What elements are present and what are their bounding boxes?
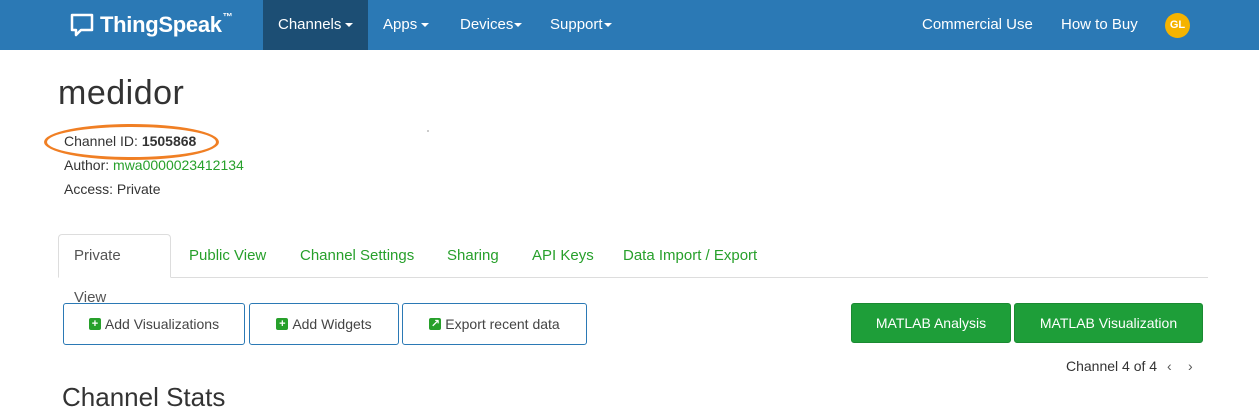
nav-channels[interactable]: Channels (263, 0, 368, 50)
tab-channel-settings[interactable]: Channel Settings (285, 234, 429, 278)
user-avatar[interactable]: GL (1165, 13, 1190, 38)
matlab-visualization-button[interactable]: MATLAB Visualization (1014, 303, 1203, 343)
channel-author-row: Author: mwa0000023412134 (64, 157, 244, 173)
chat-bubble-icon (70, 13, 94, 37)
caret-down-icon (421, 23, 430, 28)
tab-public-view[interactable]: Public View (174, 234, 281, 278)
export-recent-data-button[interactable]: ↗ Export recent data (402, 303, 587, 345)
chevron-right-icon[interactable]: › (1188, 358, 1193, 374)
caret-down-icon (603, 23, 612, 28)
export-recent-data-label: Export recent data (445, 316, 560, 332)
brand-logo[interactable]: ThingSpeak ™ (70, 10, 233, 40)
nav-apps-label: Apps (383, 16, 418, 33)
chevron-left-icon[interactable]: ‹ (1167, 358, 1172, 374)
caret-down-icon (345, 23, 354, 28)
channel-access-row: Access: Private (64, 181, 160, 197)
channel-title: medidor (58, 74, 185, 112)
plus-square-icon: + (276, 318, 289, 330)
caret-down-icon (514, 23, 523, 28)
nav-devices-label: Devices (460, 16, 514, 33)
brand-trademark: ™ (222, 11, 233, 23)
brand-name: ThingSpeak (100, 12, 222, 37)
nav-support-label: Support (550, 16, 603, 33)
access-label: Access: (64, 181, 114, 197)
add-visualizations-button[interactable]: + Add Visualizations (63, 303, 245, 345)
divider-dot (427, 130, 429, 132)
channel-id-highlight-ellipse (44, 124, 219, 160)
nav-support[interactable]: Support (535, 0, 627, 50)
tab-private-view[interactable]: Private View (58, 234, 171, 306)
access-value: Private (116, 181, 161, 197)
author-link[interactable]: mwa0000023412134 (113, 157, 244, 173)
nav-devices[interactable]: Devices (445, 0, 537, 50)
nav-commercial-use[interactable]: Commercial Use (907, 0, 1048, 50)
nav-how-to-buy[interactable]: How to Buy (1046, 0, 1153, 50)
add-widgets-button[interactable]: + Add Widgets (249, 303, 399, 345)
channel-pager-text: Channel 4 of 4 (1066, 358, 1158, 374)
channel-stats-heading: Channel Stats (62, 382, 226, 412)
export-arrow-icon: ↗ (429, 318, 442, 330)
top-navbar: ThingSpeak ™ Channels Apps Devices Suppor… (0, 0, 1259, 50)
add-visualizations-label: Add Visualizations (104, 316, 220, 332)
author-label: Author: (64, 157, 110, 173)
tab-api-keys[interactable]: API Keys (517, 234, 609, 278)
add-widgets-label: Add Widgets (292, 316, 372, 332)
nav-apps[interactable]: Apps (368, 0, 444, 50)
tab-data-import-export[interactable]: Data Import / Export (608, 234, 772, 278)
matlab-analysis-button[interactable]: MATLAB Analysis (851, 303, 1011, 343)
plus-square-icon: + (88, 318, 101, 330)
nav-channels-label: Channels (278, 16, 342, 33)
tab-sharing[interactable]: Sharing (432, 234, 514, 278)
